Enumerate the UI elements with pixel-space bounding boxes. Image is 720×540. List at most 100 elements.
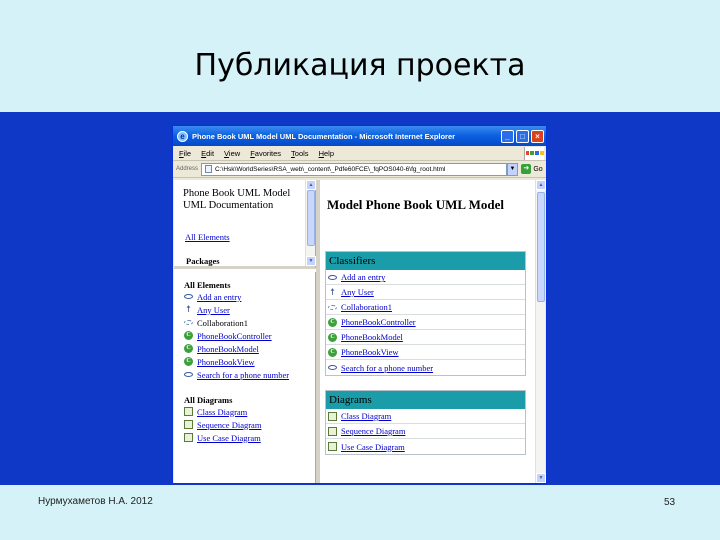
diagram-list: Class Diagram Sequence Diagram Use Case … (184, 405, 308, 444)
element-link[interactable]: Any User (197, 305, 230, 315)
element-link[interactable]: Search for a phone number (197, 370, 289, 380)
diagram-icon (184, 407, 193, 416)
menu-favorites[interactable]: Favorites (250, 149, 281, 158)
minimize-icon[interactable]: _ (501, 129, 514, 143)
table-row[interactable]: Add an entry (326, 270, 525, 285)
class-icon: C (184, 357, 193, 366)
page-number: 53 (664, 497, 676, 508)
element-link[interactable]: Add an entry (197, 292, 241, 302)
list-item[interactable]: C PhoneBookView (184, 355, 308, 368)
diagram-icon (328, 442, 337, 451)
scroll-thumb[interactable] (307, 190, 315, 246)
class-icon: C (328, 347, 337, 357)
class-icon: C (184, 344, 193, 353)
model-title: Model Phone Book UML Model (327, 197, 504, 212)
address-dropdown-icon[interactable]: ▼ (507, 162, 518, 176)
table-row[interactable]: C PhoneBookModel (326, 330, 525, 345)
scroll-down-icon[interactable]: ▼ (536, 473, 546, 483)
address-value: C:\Hsk\WorldSeries\RSA_web\_content\_Pdf… (215, 165, 446, 173)
table-row[interactable]: Sequence Diagram (326, 424, 525, 439)
element-list: Add an entry ☨ Any User Collaboration1 CP… (184, 290, 308, 381)
list-item[interactable]: Add an entry (184, 290, 308, 303)
menu-file[interactable]: File (179, 149, 191, 158)
menu-edit[interactable]: Edit (201, 149, 214, 158)
diagram-link[interactable]: Sequence Diagram (197, 420, 261, 430)
address-input[interactable]: C:\Hsk\WorldSeries\RSA_web\_content\_Pdf… (201, 162, 507, 176)
diagram-link[interactable]: Sequence Diagram (341, 426, 405, 436)
classifier-link[interactable]: PhoneBookView (341, 347, 399, 357)
list-item[interactable]: Search for a phone number (184, 368, 308, 381)
diagram-link[interactable]: Use Case Diagram (341, 442, 405, 452)
window-title: Phone Book UML Model UML Documentation -… (192, 131, 456, 141)
element-link[interactable]: PhoneBookView (197, 357, 255, 367)
nav-frame-bottom: All Elements Add an entry ☨ Any User Coll… (174, 272, 316, 483)
slide-title: Публикация проекта (194, 48, 526, 83)
scroll-down-icon[interactable]: ▼ (306, 256, 316, 266)
element-link[interactable]: PhoneBookController (197, 331, 272, 341)
menu-bar: File Edit View Favorites Tools Help (173, 146, 546, 161)
slide-footer-band (0, 485, 720, 540)
menu-view[interactable]: View (224, 149, 240, 158)
list-item[interactable]: Use Case Diagram (184, 431, 308, 444)
top-frame-scrollbar[interactable]: ▲ ▼ (305, 180, 316, 266)
packages-label: Packages (186, 256, 220, 266)
diagram-icon (184, 420, 193, 429)
browser-content: Phone Book UML Model UML Documentation A… (174, 180, 546, 483)
diagram-icon (328, 426, 337, 436)
table-row[interactable]: ☨ Any User (326, 285, 525, 300)
use-case-icon (328, 365, 337, 370)
browser-window: e Phone Book UML Model UML Documentation… (172, 125, 547, 484)
table-row[interactable]: Class Diagram (326, 409, 525, 424)
list-item[interactable]: C PhoneBookController (184, 329, 308, 342)
diagram-link[interactable]: Class Diagram (341, 411, 391, 421)
class-icon: C (184, 331, 193, 340)
left-frames: Phone Book UML Model UML Documentation A… (174, 180, 316, 483)
all-elements-link[interactable]: All Elements (185, 232, 230, 242)
class-icon: C (328, 317, 337, 327)
classifier-link[interactable]: Add an entry (341, 272, 385, 282)
go-button[interactable]: ➜ Go (518, 164, 546, 174)
diagram-link[interactable]: Class Diagram (197, 407, 247, 417)
diagram-icon (328, 411, 337, 421)
windows-logo-icon (524, 146, 544, 160)
classifier-link[interactable]: PhoneBookModel (341, 332, 403, 342)
menu-tools[interactable]: Tools (291, 149, 309, 158)
close-icon[interactable]: × (531, 129, 544, 143)
address-label: Address (176, 166, 199, 172)
list-item[interactable]: ☨ Any User (184, 303, 308, 316)
diagram-icon (184, 433, 193, 442)
diagram-link[interactable]: Use Case Diagram (197, 433, 261, 443)
maximize-icon[interactable]: □ (516, 129, 529, 143)
list-item[interactable]: Sequence Diagram (184, 418, 308, 431)
classifier-link[interactable]: Any User (341, 287, 374, 297)
all-elements-heading: All Elements (184, 280, 231, 290)
ie-logo-icon: e (177, 130, 188, 142)
table-row[interactable]: Search for a phone number (326, 360, 525, 375)
actor-icon: ☨ (186, 304, 191, 314)
list-item: Collaboration1 (184, 316, 308, 329)
go-arrow-icon: ➜ (521, 164, 532, 174)
collaboration-icon (184, 320, 193, 325)
table-row[interactable]: C PhoneBookController (326, 315, 525, 330)
table-row[interactable]: C PhoneBookView (326, 345, 525, 360)
diagrams-table: Diagrams Class Diagram Sequence Diagram … (325, 390, 526, 455)
list-item[interactable]: C PhoneBookModel (184, 342, 308, 355)
browser-titlebar[interactable]: e Phone Book UML Model UML Documentation… (173, 126, 546, 146)
classifiers-table: Classifiers Add an entry ☨ Any User Colla… (325, 251, 526, 376)
nav-frame-top: Phone Book UML Model UML Documentation A… (174, 180, 316, 269)
collaboration-icon (328, 304, 337, 310)
classifier-link[interactable]: Collaboration1 (341, 302, 392, 312)
scroll-up-icon[interactable]: ▲ (536, 180, 546, 190)
scroll-up-icon[interactable]: ▲ (306, 180, 316, 190)
classifier-link[interactable]: PhoneBookController (341, 317, 416, 327)
menu-help[interactable]: Help (319, 149, 334, 158)
table-row[interactable]: Collaboration1 (326, 300, 525, 315)
scroll-thumb[interactable] (537, 192, 545, 302)
all-diagrams-heading: All Diagrams (184, 395, 233, 405)
classifier-link[interactable]: Search for a phone number (341, 363, 433, 373)
main-scrollbar[interactable]: ▲ ▼ (535, 180, 546, 483)
table-row[interactable]: Use Case Diagram (326, 439, 525, 454)
list-item[interactable]: Class Diagram (184, 405, 308, 418)
element-link[interactable]: PhoneBookModel (197, 344, 259, 354)
actor-icon: ☨ (330, 286, 335, 297)
